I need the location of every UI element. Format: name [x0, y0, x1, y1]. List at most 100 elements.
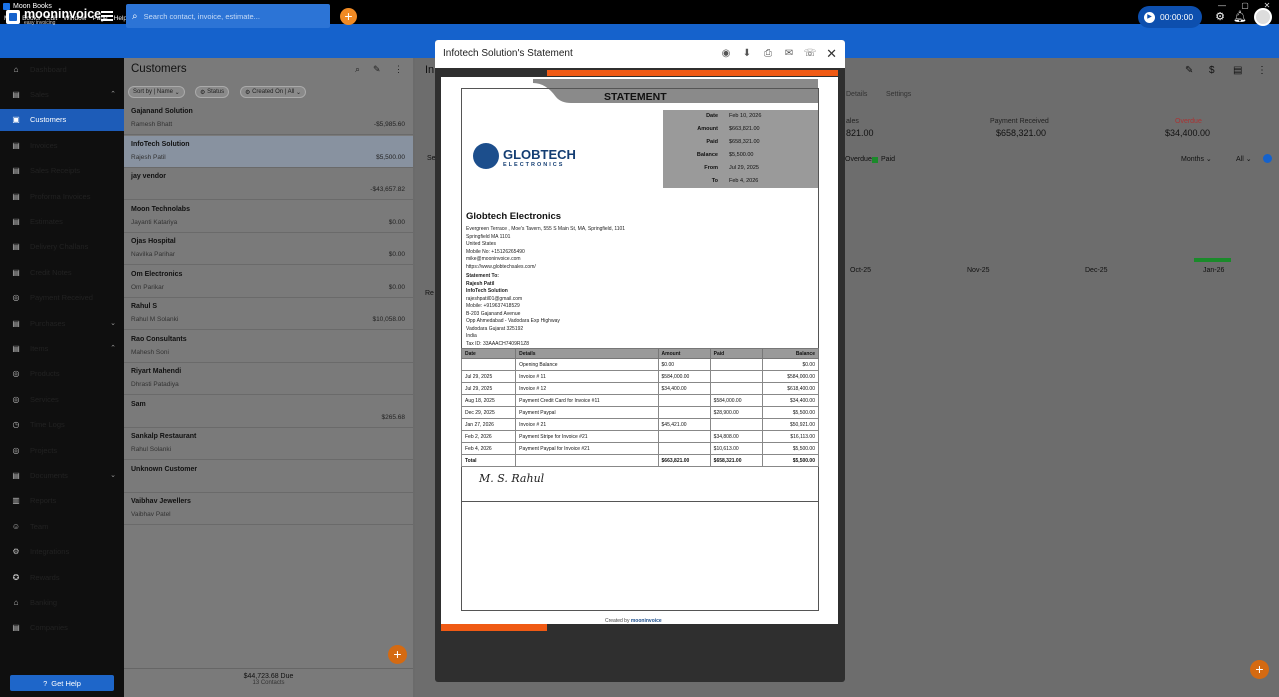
list-footer: $44,723.68 Due 13 Contacts	[124, 668, 413, 697]
statement-to-company: InfoTech Solution	[466, 288, 508, 294]
info-icon[interactable]	[1263, 154, 1272, 163]
list-item[interactable]: InfoTech Solution Rajesh Patil $5,500.00	[124, 135, 413, 168]
search-icon[interactable]: ⌕	[355, 64, 360, 75]
all-dropdown[interactable]: All ⌄	[1236, 155, 1252, 163]
sidebar-item-credit-notes[interactable]: ▤ Credit Notes	[0, 261, 124, 283]
time-logs-icon: ◷	[12, 420, 20, 430]
more-options-icon[interactable]: ⋮	[394, 64, 403, 75]
list-item[interactable]: Ojas Hospital Navilka Parihar $0.00	[124, 233, 413, 265]
close-icon[interactable]: ✕	[826, 46, 837, 62]
customer-name: Gajanand Solution	[131, 108, 193, 115]
sort-filter-chip[interactable]: Sort by | Name ⌄	[128, 86, 185, 98]
sidebar-item-delivery-challans[interactable]: ▤ Delivery Challans	[0, 236, 124, 258]
search-input[interactable]: ⌕ Search contact, invoice, estimate...	[126, 4, 330, 28]
sidebar-item-proforma-invoices[interactable]: ▤ Proforma Invoices	[0, 185, 124, 207]
list-item[interactable]: Rao Consultants Mahesh Soni	[124, 330, 413, 363]
quick-add-button[interactable]: +	[340, 8, 357, 25]
sidebar-item-label: Items	[30, 343, 49, 353]
notification-bell-icon[interactable]: 🔔︎	[1233, 10, 1247, 24]
list-item[interactable]: Vaibhav Jewellers Vaibhav Patel	[124, 493, 413, 525]
sidebar-item-companies[interactable]: ▤ Companies	[0, 617, 124, 639]
sidebar-item-integrations[interactable]: ⚙ Integrations	[0, 541, 124, 563]
sidebar-item-payment-received[interactable]: ◎ Payment Received	[0, 287, 124, 309]
summary-row: Paid $658,321.00	[663, 139, 818, 152]
sidebar-item-projects[interactable]: ◎ Projects	[0, 439, 124, 461]
sidebar-item-sales-receipts[interactable]: ▤ Sales Receipts	[0, 160, 124, 182]
edit-pencil-icon[interactable]: ✎	[1185, 65, 1193, 76]
document-icon[interactable]: ▤	[1233, 65, 1242, 76]
table-cell: Invoice # 11	[515, 370, 659, 383]
sidebar-item-label: Customers	[30, 115, 67, 125]
products-icon: ◎	[12, 369, 20, 379]
edit-pencil-icon[interactable]: ✎	[373, 64, 381, 75]
list-item[interactable]: jay vendor -$43,657.82	[124, 168, 413, 200]
banking-icon: ⌂	[13, 597, 19, 607]
column-header: Paid	[709, 348, 763, 359]
all-label: All	[1236, 156, 1244, 163]
sidebar-item-estimates[interactable]: ▤ Estimates	[0, 210, 124, 232]
list-item[interactable]: Gajanand Solution Ramesh Bhatt -$5,985.60	[124, 103, 413, 135]
sidebar-item-items[interactable]: ▤ Items ⌃	[0, 337, 124, 359]
email-icon[interactable]: ✉	[782, 47, 796, 61]
table-row: Total $663,821.00 $658,321.00 $5,500.00	[460, 454, 820, 467]
divider	[461, 501, 819, 502]
created-filter-chip[interactable]: ⚙ Created On | All ⌄	[240, 86, 307, 98]
customers-icon: ▣	[12, 115, 20, 125]
timer-button[interactable]: ▶ 00:00:00	[1138, 6, 1202, 28]
company-address-line: Mobile No: +15126265490	[466, 248, 525, 255]
menu-toggle-icon[interactable]	[101, 11, 113, 21]
sidebar-item-services[interactable]: ◎ Services	[0, 388, 124, 410]
tab-settings[interactable]: Settings	[886, 91, 911, 98]
summary-value: $658,321.00	[729, 138, 760, 145]
tab-details[interactable]: Details	[846, 91, 867, 98]
list-item[interactable]: Moon Technolabs Jayanti Katariya $0.00	[124, 200, 413, 233]
sidebar-item-documents[interactable]: ▤ Documents ⌄	[0, 464, 124, 486]
customer-amount: $0.00	[388, 251, 405, 258]
sidebar-item-dashboard[interactable]: ⌂ Dashboard	[0, 58, 124, 80]
table-cell	[460, 358, 517, 371]
add-button[interactable]: +	[1250, 660, 1269, 679]
list-item[interactable]: Om Electronics Om Parikar $0.00	[124, 265, 413, 298]
sidebar-item-label: Rewards	[30, 572, 60, 582]
summary-value: $5,500.00	[729, 151, 754, 158]
sidebar-item-banking[interactable]: ⌂ Banking	[0, 591, 124, 613]
status-filter-chip[interactable]: ⚙ Status	[195, 86, 230, 98]
dollar-icon[interactable]: $	[1209, 65, 1215, 76]
summary-key: Balance	[696, 151, 718, 158]
sidebar-item-purchases[interactable]: ▤ Purchases ⌄	[0, 312, 124, 334]
settings-gear-icon[interactable]: ⚙	[1213, 10, 1227, 24]
whatsapp-icon[interactable]: ☏	[803, 47, 817, 61]
more-options-icon[interactable]: ⋮	[1257, 65, 1267, 76]
settings-circle-icon[interactable]: ◉	[719, 47, 733, 61]
avatar[interactable]	[1254, 8, 1272, 26]
sidebar-item-invoices[interactable]: ▤ Invoices	[0, 134, 124, 156]
sidebar-item-customers[interactable]: ▣ Customers	[0, 108, 124, 131]
table-row: Jul 29, 2025 Invoice # 11 $584,000.00 $584,…	[460, 370, 820, 383]
list-item[interactable]: Rahul S Rahul M Solanki $10,058.00	[124, 298, 413, 330]
sidebar-item-time-logs[interactable]: ◷ Time Logs	[0, 414, 124, 436]
sidebar-item-team[interactable]: ☺ Team	[0, 515, 124, 537]
months-dropdown[interactable]: Months ⌄	[1181, 155, 1212, 163]
list-item[interactable]: Unknown Customer	[124, 460, 413, 493]
table-cell: $658,321.00	[709, 454, 763, 467]
sidebar-item-reports[interactable]: ▥ Reports	[0, 490, 124, 512]
sidebar-item-rewards[interactable]: ✪ Rewards	[0, 566, 124, 588]
print-icon[interactable]: ⎙	[761, 47, 775, 61]
customer-contact: Om Parikar	[131, 283, 164, 291]
list-item[interactable]: Riyart Mahendi Dhrasti Patadiya	[124, 363, 413, 395]
get-help-button[interactable]: ? Get Help	[10, 675, 114, 691]
sidebar-item-label: Payment Received	[30, 293, 93, 303]
download-icon[interactable]: ⬇	[740, 47, 754, 61]
add-customer-button[interactable]: +	[388, 645, 407, 664]
sidebar-item-label: Integrations	[30, 547, 70, 557]
table-cell	[515, 454, 659, 467]
app-logo[interactable]: mooninvoice easy invoicing	[6, 8, 101, 26]
company-address-line: Evergreen Terrace , Moe's Tavern, 555 S …	[466, 226, 626, 232]
company-address-line: Springfield MA 1101	[466, 233, 511, 240]
doc-orange-accent	[547, 70, 838, 76]
sidebar-item-sales[interactable]: ▤ Sales ⌃	[0, 83, 124, 105]
table-row: Feb 2, 2026 Payment Stripe for Invoice #2…	[460, 430, 820, 443]
list-item[interactable]: Sankalp Restaurant Rahul Solanki	[124, 428, 413, 460]
list-item[interactable]: Sam $265.68	[124, 395, 413, 428]
sidebar-item-products[interactable]: ◎ Products	[0, 363, 124, 385]
